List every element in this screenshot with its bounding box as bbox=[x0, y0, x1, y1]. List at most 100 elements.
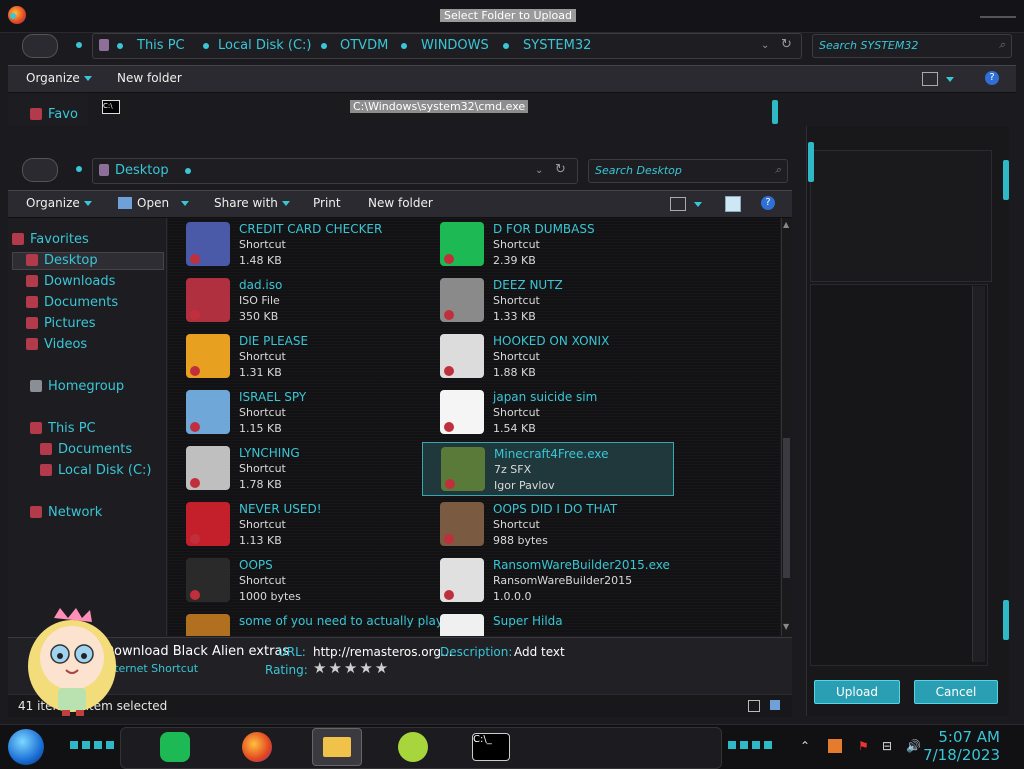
file-item[interactable]: D FOR DUMBASS Shortcut 2.39 KB bbox=[422, 218, 672, 270]
file-item[interactable]: CREDIT CARD CHECKER Shortcut 1.48 KB bbox=[168, 218, 418, 270]
nav-homegroup-label: Homegroup bbox=[48, 379, 125, 394]
file-type: Shortcut bbox=[239, 406, 286, 419]
description-value[interactable]: Add text bbox=[514, 645, 565, 659]
share-with-label: Share with bbox=[214, 196, 278, 210]
file-icon bbox=[440, 614, 484, 636]
search-system32-input[interactable]: Search SYSTEM32 ⌕ bbox=[812, 34, 1012, 58]
share-with-button[interactable]: Share with bbox=[214, 196, 290, 210]
details-view-icon[interactable] bbox=[748, 700, 760, 712]
file-list-scrollbar[interactable]: ▲ ▼ bbox=[781, 218, 792, 636]
network-icon[interactable]: ⊟ bbox=[882, 739, 896, 753]
cmd-icon[interactable]: C:\_ bbox=[472, 733, 510, 761]
file-item[interactable]: Super Hilda bbox=[422, 610, 672, 636]
crumb-windows[interactable]: WINDOWS bbox=[421, 38, 489, 53]
window-controls-icon[interactable] bbox=[980, 2, 1016, 18]
crumb-this-pc[interactable]: This PC bbox=[137, 38, 185, 53]
taskbar-clock[interactable]: 5:07 AM 7/18/2023 bbox=[923, 728, 1000, 764]
file-list[interactable]: CREDIT CARD CHECKER Shortcut 1.48 KB D FOR … bbox=[168, 218, 780, 636]
details-title: Download Black Alien extras bbox=[104, 644, 290, 659]
organize-button[interactable]: Organize bbox=[26, 71, 92, 85]
explorer-breadcrumb-bar[interactable]: Desktop ⌄ ↻ bbox=[92, 158, 578, 184]
refresh-icon[interactable]: ↻ bbox=[555, 162, 566, 177]
explorer-back-forward-icon[interactable] bbox=[22, 158, 58, 182]
nav-local-disk[interactable]: Local Disk (C:) bbox=[40, 463, 151, 478]
help-icon[interactable]: ? bbox=[761, 196, 775, 210]
chevron-down-icon[interactable] bbox=[694, 197, 702, 211]
organize-button[interactable]: Organize bbox=[26, 196, 92, 210]
tray-flag-icon[interactable]: ⚑ bbox=[858, 739, 872, 753]
crumb-separator-icon bbox=[185, 168, 191, 174]
file-item[interactable]: DEEZ NUTZ Shortcut 1.33 KB bbox=[422, 274, 672, 326]
nav-documents[interactable]: Documents bbox=[26, 295, 118, 310]
preview-pane-icon[interactable] bbox=[725, 196, 741, 212]
scroll-down-icon[interactable]: ▼ bbox=[783, 622, 789, 631]
file-item[interactable]: HOOKED ON XONIX Shortcut 1.88 KB bbox=[422, 330, 672, 382]
start-button[interactable] bbox=[8, 729, 44, 765]
upload-button[interactable]: Upload bbox=[814, 680, 900, 704]
new-folder-button[interactable]: New folder bbox=[117, 71, 182, 85]
open-button[interactable]: Open bbox=[137, 196, 190, 210]
nav-favorites[interactable]: Favorites bbox=[12, 232, 89, 247]
back-forward-icon[interactable] bbox=[22, 34, 58, 58]
nav-pictures[interactable]: Pictures bbox=[26, 316, 95, 331]
file-item[interactable]: japan suicide sim Shortcut 1.54 KB bbox=[422, 386, 672, 438]
file-item[interactable]: NEVER USED! Shortcut 1.13 KB bbox=[168, 498, 418, 550]
favorites-partial-label[interactable]: Favo bbox=[48, 107, 78, 122]
large-icons-view-icon[interactable] bbox=[770, 700, 780, 710]
upload-breadcrumb-bar[interactable]: This PC Local Disk (C:) OTVDM WINDOWS SY… bbox=[92, 33, 802, 59]
print-button[interactable]: Print bbox=[313, 196, 341, 210]
file-item[interactable]: Minecraft4Free.exe 7z SFX Igor Pavlov bbox=[422, 442, 674, 496]
file-item[interactable]: DIE PLEASE Shortcut 1.31 KB bbox=[168, 330, 418, 382]
nav-desktop[interactable]: Desktop bbox=[26, 253, 98, 268]
explorer-nav-dot-icon bbox=[76, 166, 82, 172]
nav-downloads[interactable]: Downloads bbox=[26, 274, 115, 289]
file-type: Shortcut bbox=[493, 294, 540, 307]
rating-stars[interactable]: ★★★★★ bbox=[313, 659, 390, 677]
view-options-icon[interactable] bbox=[670, 197, 686, 211]
nav-videos[interactable]: Videos bbox=[26, 337, 87, 352]
nav-network[interactable]: Network bbox=[30, 505, 102, 520]
scroll-up-icon[interactable]: ▲ bbox=[783, 220, 789, 229]
new-folder-button[interactable]: New folder bbox=[368, 196, 433, 210]
url-value[interactable]: http://remasteros.org... bbox=[313, 645, 452, 659]
file-item[interactable]: LYNCHING Shortcut 1.78 KB bbox=[168, 442, 418, 494]
file-item[interactable]: RansomWareBuilder2015.exe RansomWareBuild… bbox=[422, 554, 672, 606]
shortcut-badge-icon bbox=[190, 310, 200, 320]
refresh-icon[interactable]: ↻ bbox=[781, 37, 792, 52]
file-item[interactable]: dad.iso ISO File 350 KB bbox=[168, 274, 418, 326]
chevron-down-icon[interactable]: ⌄ bbox=[535, 165, 543, 176]
file-size: 1.15 KB bbox=[239, 422, 282, 435]
crumb-otvdm[interactable]: OTVDM bbox=[340, 38, 388, 53]
upload-file-list[interactable] bbox=[810, 284, 988, 666]
file-item[interactable]: OOPS Shortcut 1000 bytes bbox=[168, 554, 418, 606]
show-hidden-icons-icon[interactable]: ⌃ bbox=[800, 739, 814, 753]
file-item[interactable]: some of you need to actually play this bbox=[168, 610, 469, 636]
cancel-button[interactable]: Cancel bbox=[914, 680, 998, 704]
chevron-down-icon[interactable]: ⌄ bbox=[761, 40, 769, 51]
scrollbar-thumb[interactable] bbox=[783, 438, 790, 578]
shortcut-badge-icon bbox=[444, 254, 454, 264]
sticker-character-image bbox=[24, 606, 120, 718]
file-size: 1.31 KB bbox=[239, 366, 282, 379]
tray-app-icon[interactable] bbox=[828, 739, 842, 753]
file-size: 2.39 KB bbox=[493, 254, 536, 267]
crumb-local-disk[interactable]: Local Disk (C:) bbox=[218, 38, 311, 53]
shortcut-badge-icon bbox=[444, 366, 454, 376]
crumb-desktop[interactable]: Desktop bbox=[115, 163, 169, 178]
file-item[interactable]: ISRAEL SPY Shortcut 1.15 KB bbox=[168, 386, 418, 438]
help-icon[interactable]: ? bbox=[985, 71, 999, 85]
right-scrollbar[interactable] bbox=[972, 286, 985, 662]
search-desktop-input[interactable]: Search Desktop ⌕ bbox=[588, 159, 788, 183]
lime-icon[interactable] bbox=[398, 732, 428, 762]
nav-this-pc[interactable]: This PC bbox=[30, 421, 96, 436]
nav-pc-documents[interactable]: Documents bbox=[40, 442, 132, 457]
app-green-icon[interactable] bbox=[160, 732, 190, 762]
crumb-system32[interactable]: SYSTEM32 bbox=[523, 38, 591, 53]
file-explorer-icon[interactable] bbox=[312, 728, 362, 766]
volume-icon[interactable]: 🔊 bbox=[906, 739, 921, 753]
chevron-down-icon[interactable] bbox=[946, 72, 954, 86]
firefox-icon[interactable] bbox=[242, 732, 272, 762]
nav-homegroup[interactable]: Homegroup bbox=[30, 379, 125, 394]
view-options-icon[interactable] bbox=[922, 72, 938, 86]
file-item[interactable]: OOPS DID I DO THAT Shortcut 988 bytes bbox=[422, 498, 672, 550]
